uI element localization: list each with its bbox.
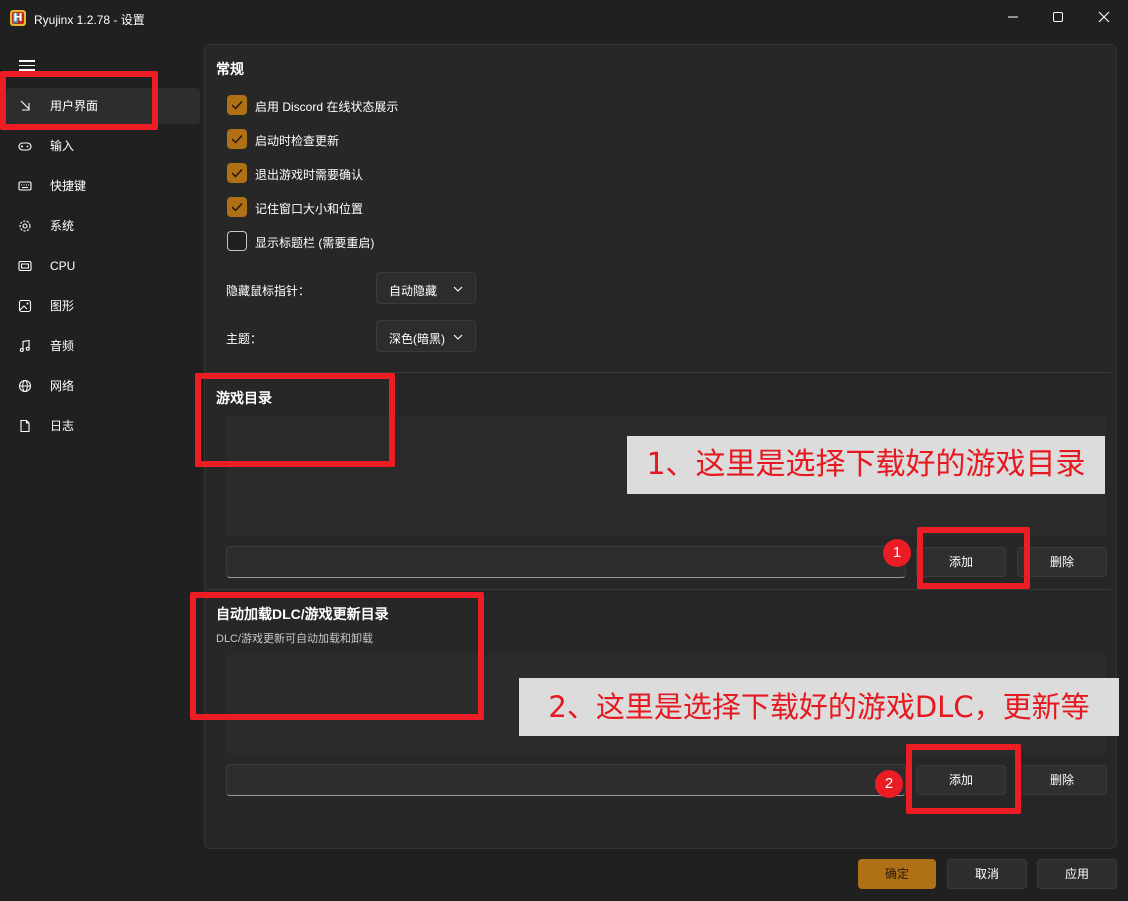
cpu-icon (18, 260, 32, 272)
annotation-box-sidebar (0, 71, 158, 130)
minimize-icon (1008, 16, 1018, 18)
sidebar-item-label: 系统 (50, 219, 75, 233)
theme-dropdown[interactable]: 深色(暗黑) (376, 320, 476, 352)
hide-cursor-label: 隐藏鼠标指针： (226, 284, 311, 298)
annotation-callout-2: 2、这里是选择下载好的游戏DLC，更新等 (519, 678, 1119, 736)
maximize-icon (1053, 12, 1063, 22)
annotation-box-game-dirs (195, 373, 395, 467)
game-dir-path-input[interactable] (226, 546, 906, 578)
globe-icon (18, 379, 32, 393)
checkbox-label: 启动时检查更新 (255, 134, 340, 148)
checkbox-label: 退出游戏时需要确认 (255, 168, 364, 182)
checkmark-icon (231, 135, 243, 144)
keyboard-icon (18, 181, 32, 191)
image-icon (18, 299, 32, 313)
close-icon (1098, 11, 1110, 23)
annotation-badge-2: 2 (875, 770, 903, 798)
sidebar-item-label: 音频 (50, 339, 75, 353)
gear-icon (19, 220, 31, 232)
sidebar-item-hotkeys[interactable]: 快捷键 (6, 168, 200, 204)
checkmark-icon (231, 101, 243, 110)
sidebar-item-logging[interactable]: 日志 (6, 408, 200, 444)
sidebar-item-label: 图形 (50, 299, 75, 313)
minimize-button[interactable] (998, 6, 1028, 28)
annotation-box-add-1 (917, 527, 1030, 589)
apply-button[interactable]: 应用 (1037, 859, 1117, 889)
sidebar-item-graphics[interactable]: 图形 (6, 288, 200, 324)
theme-label: 主题： (226, 332, 263, 346)
discord-presence-checkbox[interactable] (227, 95, 247, 115)
cancel-button[interactable]: 取消 (947, 859, 1027, 889)
annotation-box-dlc-dirs (190, 592, 484, 720)
dropdown-value: 深色(暗黑) (389, 332, 445, 346)
ryujinx-app-icon: H (10, 10, 26, 26)
sidebar-item-audio[interactable]: 音频 (6, 328, 200, 364)
title-bar: H Ryujinx 1.2.78 - 设置 (0, 0, 1128, 36)
confirm-exit-checkbox[interactable] (227, 163, 247, 183)
checkmark-icon (231, 169, 243, 178)
dlc-dir-path-input[interactable] (226, 764, 906, 796)
sidebar-item-label: 网络 (50, 379, 75, 393)
checkbox-label: 启用 Discord 在线状态展示 (255, 100, 399, 114)
dlc-dir-remove-button[interactable]: 删除 (1017, 765, 1107, 795)
annotation-badge-1: 1 (883, 539, 911, 567)
annotation-box-add-2 (906, 744, 1021, 814)
sidebar-item-cpu[interactable]: CPU (6, 248, 200, 284)
checkbox-label: 显示标题栏 (需要重启) (255, 236, 375, 250)
hide-cursor-dropdown[interactable]: 自动隐藏 (376, 272, 476, 304)
maximize-button[interactable] (1043, 6, 1073, 28)
sidebar-item-label: 输入 (50, 139, 75, 153)
check-updates-checkbox[interactable] (227, 129, 247, 149)
dropdown-value: 自动隐藏 (389, 284, 438, 298)
section-divider (206, 589, 1111, 590)
sidebar-item-network[interactable]: 网络 (6, 368, 200, 404)
annotation-callout-1: 1、这里是选择下载好的游戏目录 (627, 436, 1105, 494)
chevron-down-icon (453, 334, 463, 340)
chevron-down-icon (453, 286, 463, 292)
sidebar-item-system[interactable]: 系统 (6, 208, 200, 244)
gamepad-icon (18, 142, 32, 151)
checkmark-icon (231, 203, 243, 212)
checkbox-label: 记住窗口大小和位置 (255, 202, 364, 216)
document-icon (20, 419, 30, 433)
show-titlebar-checkbox[interactable] (227, 231, 247, 251)
sidebar-item-label: 快捷键 (50, 179, 87, 193)
sidebar-item-label: 日志 (50, 419, 75, 433)
music-note-icon (19, 339, 30, 353)
general-section-title: 常规 (216, 61, 244, 77)
game-dir-remove-button[interactable]: 删除 (1017, 547, 1107, 577)
remember-window-checkbox[interactable] (227, 197, 247, 217)
ok-button[interactable]: 确定 (858, 859, 936, 889)
sidebar-item-label: CPU (50, 259, 76, 273)
sidebar-item-input[interactable]: 输入 (6, 128, 200, 164)
close-button[interactable] (1089, 6, 1119, 28)
window-title: Ryujinx 1.2.78 - 设置 (34, 13, 145, 27)
